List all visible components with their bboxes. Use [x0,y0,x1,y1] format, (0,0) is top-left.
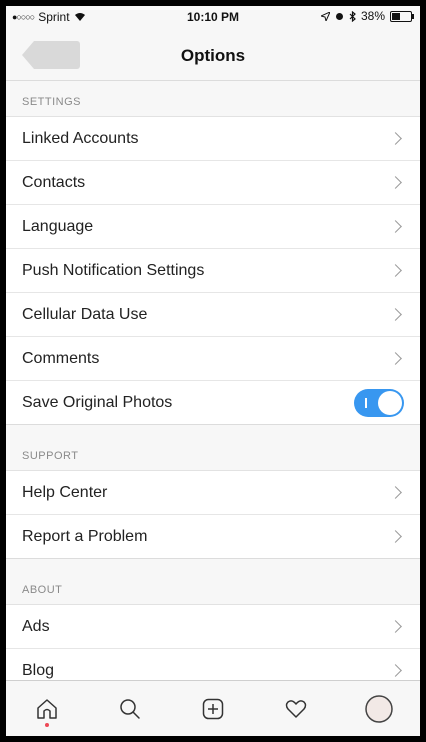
row-label: Save Original Photos [22,393,173,411]
chevron-right-icon [389,220,402,233]
toggle-knob [378,390,402,415]
navigation-bar: Options [6,26,420,81]
row-language[interactable]: Language [6,205,420,249]
row-ads[interactable]: Ads [6,605,420,649]
chevron-right-icon [389,132,402,145]
chevron-right-icon [389,352,402,365]
row-save-original-photos: Save Original Photos [6,381,420,425]
chevron-right-icon [389,530,402,543]
row-cellular-data-use[interactable]: Cellular Data Use [6,293,420,337]
tab-home[interactable] [27,689,67,729]
section-header-settings: SETTINGS [6,81,420,117]
tab-bar [6,680,420,736]
row-label: Language [22,217,94,235]
row-label: Help Center [22,483,108,501]
status-right: 38% [320,9,414,23]
chevron-right-icon [389,486,402,499]
save-original-photos-toggle[interactable] [354,388,404,417]
profile-icon [364,694,393,723]
tab-add[interactable] [193,689,233,729]
row-label: Comments [22,349,100,367]
app-frame: ●○○○○ Sprint 10:10 PM 38% Options SETTIN… [6,6,420,736]
chevron-right-icon [389,620,402,633]
row-contacts[interactable]: Contacts [6,161,420,205]
row-label: Push Notification Settings [22,261,205,279]
toggle-on-mark [365,397,367,408]
bluetooth-icon [349,10,356,22]
row-label: Cellular Data Use [22,305,148,323]
row-label: Linked Accounts [22,129,139,147]
page-title: Options [180,46,246,65]
row-help-center[interactable]: Help Center [6,471,420,515]
battery-icon [390,10,414,22]
row-linked-accounts[interactable]: Linked Accounts [6,117,420,161]
row-report-a-problem[interactable]: Report a Problem [6,515,420,559]
section-header-about: ABOUT [6,569,420,605]
row-blog[interactable]: Blog [6,649,420,681]
row-label: Contacts [22,173,86,191]
tab-activity[interactable] [276,689,316,729]
tab-profile[interactable] [359,689,399,729]
row-comments[interactable]: Comments [6,337,420,381]
chevron-right-icon [389,176,402,189]
add-icon [202,698,224,719]
home-icon [37,698,58,719]
chevron-right-icon [389,308,402,321]
chevron-right-icon [389,264,402,277]
heart-icon [285,699,307,718]
notification-dot [45,722,50,727]
chevron-right-icon [389,664,402,677]
tab-search[interactable] [110,689,150,729]
options-list[interactable]: SETTINGS Linked Accounts Contacts Langua… [6,81,420,681]
search-icon [120,698,140,719]
battery-percent: 38% [360,9,385,23]
alarm-icon [335,12,343,20]
row-label: Blog [22,661,55,679]
row-label: Ads [22,617,50,635]
row-push-notification-settings[interactable]: Push Notification Settings [6,249,420,293]
location-icon [320,11,330,21]
section-header-support: SUPPORT [6,435,420,471]
status-bar: ●○○○○ Sprint 10:10 PM 38% [6,6,420,26]
row-label: Report a Problem [22,527,148,545]
